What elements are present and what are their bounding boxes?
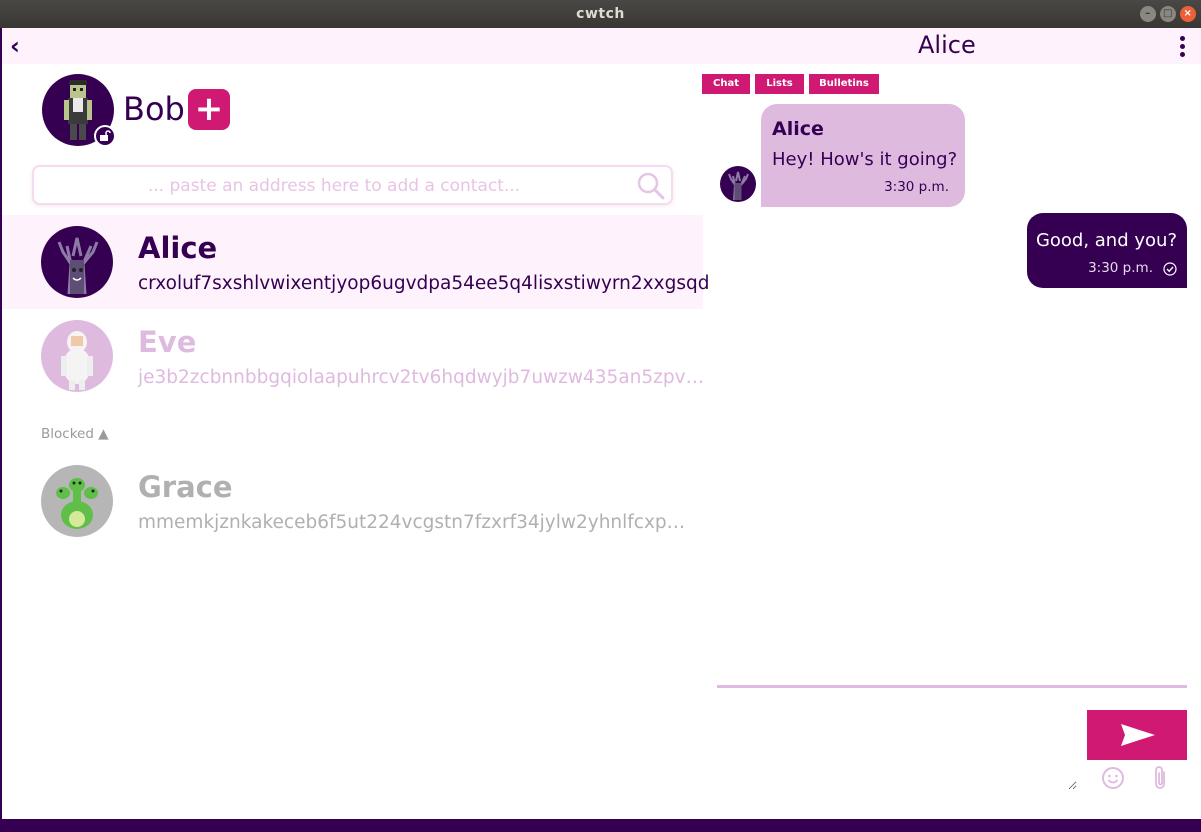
maximize-icon[interactable]: □: [1160, 6, 1176, 22]
emoji-icon[interactable]: [1101, 766, 1125, 790]
send-icon: [1121, 724, 1155, 746]
search-input[interactable]: [44, 173, 624, 199]
contact-row-grace[interactable]: Grace mmemkjznkakeceb6f5ut224vcgstn7fzxr…: [2, 454, 703, 548]
tab-bulletins[interactable]: Bulletins: [809, 74, 879, 94]
search-bar: [32, 165, 673, 205]
send-button[interactable]: [1087, 710, 1187, 760]
message-bubble-outgoing[interactable]: Good, and you? 3:30 p.m.: [1027, 213, 1187, 288]
composer-divider: [717, 685, 1187, 688]
contact-avatar: [41, 320, 113, 392]
message-text: Hey! How's it going?: [772, 149, 958, 170]
window-title: cwtch: [576, 6, 625, 22]
paperclip-icon[interactable]: [1150, 765, 1170, 791]
plus-icon: +: [194, 89, 224, 129]
contact-avatar: [41, 465, 113, 537]
message-timestamp: 3:30 p.m.: [1088, 260, 1153, 276]
message-timestamp: 3:30 p.m.: [884, 179, 949, 195]
contact-row-alice[interactable]: Alice crxoluf7sxshlvwixentjyop6ugvdpa54e…: [2, 215, 709, 309]
minimize-icon[interactable]: –: [1140, 6, 1156, 22]
profile-name: Bob: [123, 90, 185, 128]
add-contact-button[interactable]: +: [188, 89, 230, 130]
kebab-menu-icon[interactable]: [1180, 36, 1188, 60]
message-bubble-incoming[interactable]: Alice Hey! How's it going? 3:30 p.m.: [761, 104, 965, 207]
message-sender-avatar: [720, 166, 756, 202]
contact-address: crxoluf7sxshlvwixentjyop6ugvdpa54ee5q4li…: [138, 273, 710, 294]
contact-name: Eve: [138, 325, 197, 359]
search-icon[interactable]: [636, 171, 666, 201]
contact-name: Alice: [138, 231, 218, 265]
contact-name: Grace: [138, 470, 233, 504]
contact-avatar: [41, 226, 113, 298]
acknowledged-check-icon: [1163, 262, 1177, 276]
contact-row-eve[interactable]: Eve je3b2zcbnnbbgqiolaapuhrcv2tv6hqdwyjb…: [2, 309, 705, 403]
conversation-title: Alice: [918, 31, 976, 59]
back-arrow-icon[interactable]: ‹: [10, 32, 20, 60]
tab-lists[interactable]: Lists: [755, 74, 804, 94]
message-input[interactable]: [717, 690, 1077, 790]
blocked-section-toggle[interactable]: Blocked ▲: [41, 426, 109, 442]
app-window: ‹ Alice Bob + ... paste an address here …: [2, 28, 1201, 819]
window-title-bar: cwtch – □ ×: [0, 0, 1201, 28]
contact-address: je3b2zcbnnbbgqiolaapuhrcv2tv6hqdwyjb7uwz…: [138, 367, 705, 388]
close-icon[interactable]: ×: [1180, 6, 1196, 22]
message-text: Good, and you?: [1035, 230, 1177, 251]
tab-chat[interactable]: Chat: [702, 74, 750, 94]
top-bar: ‹ Alice: [2, 28, 1201, 64]
message-sender: Alice: [772, 118, 824, 140]
unlocked-padlock-icon: [94, 125, 116, 147]
contact-address: mmemkjznkakeceb6f5ut224vcgstn7fzxrf34jyl…: [138, 512, 686, 533]
